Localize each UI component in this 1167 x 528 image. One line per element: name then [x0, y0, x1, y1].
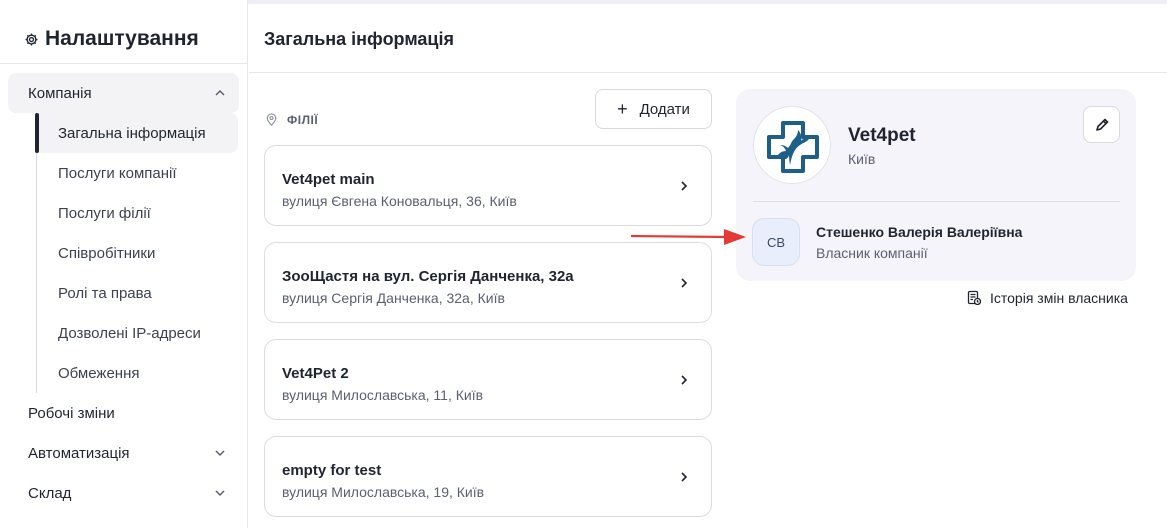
- subnav-line: [36, 113, 37, 393]
- gear-icon: [25, 33, 38, 45]
- sidebar-subitem-label: Обмеження: [58, 364, 140, 382]
- branch-card[interactable]: Vet4pet main вулиця Євгена Коновальця, 3…: [264, 145, 712, 226]
- branch-card[interactable]: Vet4Pet 2 вулиця Милославська, 11, Київ: [264, 339, 712, 420]
- owner-history-link[interactable]: Історія змін власника: [966, 290, 1128, 306]
- sidebar-subitem-label: Співробітники: [58, 244, 156, 262]
- chevron-down-icon: [215, 450, 225, 457]
- avatar: СВ: [752, 218, 800, 266]
- sidebar-subitem-general-info[interactable]: Загальна інформація: [39, 113, 238, 153]
- sidebar-subitem-allowed-ips[interactable]: Дозволені IP-адреси: [39, 313, 238, 353]
- branches-label-text: ФІЛІЇ: [287, 112, 319, 127]
- company-city: Київ: [848, 151, 876, 167]
- company-name: Vet4pet: [848, 125, 916, 146]
- sidebar-item-label: Автоматизація: [28, 444, 130, 462]
- sidebar-item-label: Склад: [28, 484, 72, 502]
- branch-card[interactable]: empty for test вулиця Милославська, 19, …: [264, 436, 712, 517]
- branch-address: вулиця Сергія Данченка, 32а, Київ: [282, 290, 505, 306]
- sidebar-subitem-roles[interactable]: Ролі та права: [39, 273, 238, 313]
- owner-history-label: Історія змін власника: [990, 290, 1128, 306]
- sidebar-item-warehouse[interactable]: Склад: [8, 473, 239, 513]
- sidebar-subitem-label: Ролі та права: [58, 284, 152, 302]
- sidebar-title: Налаштування: [24, 27, 199, 51]
- active-indicator: [35, 113, 39, 153]
- page-title: Загальна інформація: [264, 29, 454, 49]
- branches-label: ФІЛІЇ: [264, 112, 318, 127]
- sidebar-subitem-label: Загальна інформація: [58, 124, 206, 142]
- chevron-down-icon: [215, 490, 225, 497]
- branch-name: empty for test: [282, 462, 382, 479]
- branch-address: вулиця Євгена Коновальця, 36, Київ: [282, 193, 517, 209]
- sidebar-title-label: Налаштування: [45, 27, 199, 50]
- sidebar-item-work-shifts[interactable]: Робочі зміни: [8, 393, 239, 433]
- chevron-up-icon: [215, 89, 225, 96]
- branch-address: вулиця Милославська, 11, Київ: [282, 387, 484, 403]
- company-logo: [753, 106, 831, 184]
- add-branch-label: Додати: [639, 100, 690, 118]
- sidebar-subitem-label: Послуги компанії: [58, 164, 177, 182]
- chevron-right-icon: [681, 375, 688, 385]
- company-card: Vet4pet Київ СВ Стешенко Валерія Валерії…: [736, 89, 1136, 281]
- chevron-right-icon: [681, 278, 688, 288]
- branch-name: Vet4pet main: [282, 171, 375, 188]
- sidebar-item-label: Робочі зміни: [28, 404, 115, 422]
- vet-logo-icon: [767, 121, 819, 173]
- edit-company-button[interactable]: [1083, 106, 1120, 143]
- sidebar-divider: [0, 63, 247, 64]
- owner-name: Стешенко Валерія Валеріївна: [816, 224, 1023, 240]
- annotation-arrow-icon: [630, 229, 746, 245]
- sidebar-subitem-branch-services[interactable]: Послуги філії: [39, 193, 238, 233]
- branch-address: вулиця Милославська, 19, Київ: [282, 484, 485, 500]
- sidebar-item-label: Компанія: [28, 84, 92, 102]
- branch-name: Vet4Pet 2: [282, 365, 349, 382]
- location-pin-icon: [266, 113, 277, 126]
- branch-card[interactable]: ЗооЩастя на вул. Сергія Данченка, 32а ву…: [264, 242, 712, 323]
- chevron-right-icon: [681, 181, 688, 191]
- sidebar-item-company[interactable]: Компанія: [8, 73, 239, 113]
- sidebar: Налаштування Компанія Загальна інформаці…: [0, 0, 248, 528]
- owner-role: Власник компанії: [816, 245, 928, 261]
- sidebar-item-automation[interactable]: Автоматизація: [8, 433, 239, 473]
- sidebar-subitem-restrictions[interactable]: Обмеження: [39, 353, 238, 393]
- sidebar-subitem-label: Послуги філії: [58, 204, 151, 222]
- sidebar-subitem-label: Дозволені IP-адреси: [58, 324, 201, 342]
- page-header: Загальна інформація: [249, 0, 1167, 73]
- branch-name: ЗооЩастя на вул. Сергія Данченка, 32а: [282, 268, 574, 285]
- pencil-icon: [1095, 118, 1108, 131]
- sidebar-subitem-employees[interactable]: Співробітники: [39, 233, 238, 273]
- chevron-right-icon: [681, 472, 688, 482]
- add-branch-button[interactable]: + Додати: [595, 89, 712, 129]
- sidebar-subitem-company-services[interactable]: Послуги компанії: [39, 153, 238, 193]
- plus-icon: +: [617, 99, 628, 119]
- card-divider: [753, 201, 1120, 202]
- history-document-icon: [967, 290, 982, 306]
